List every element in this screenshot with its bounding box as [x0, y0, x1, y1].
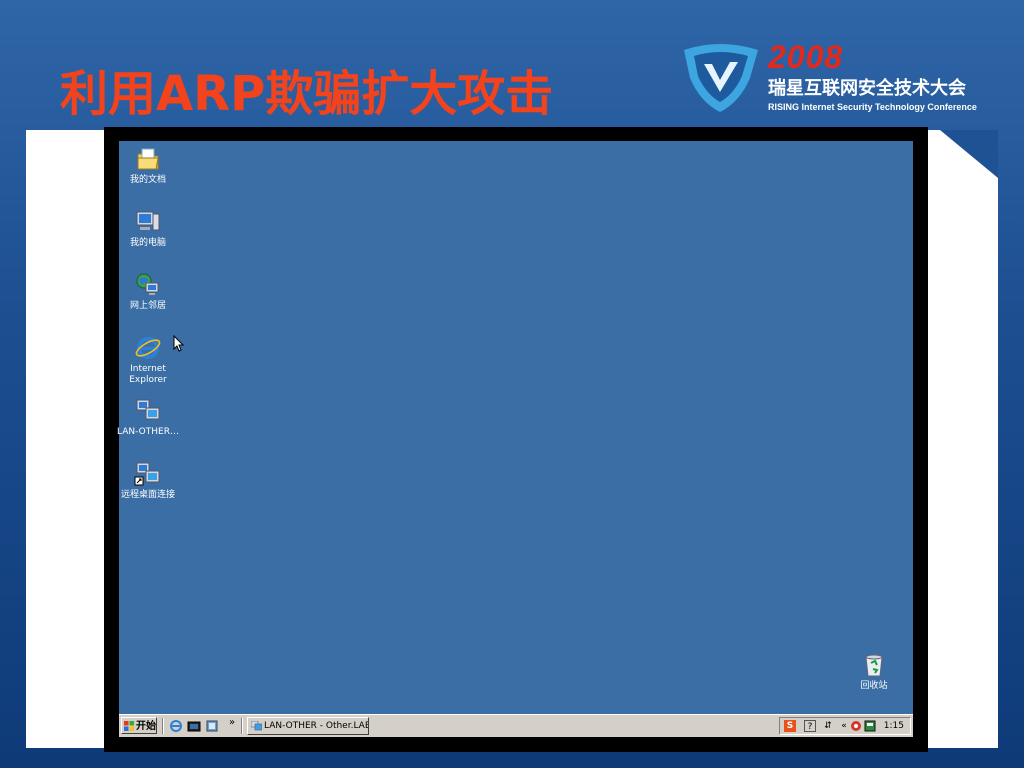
internet-explorer-icon — [134, 334, 162, 362]
desktop-icon-internet-explorer[interactable]: Internet Explorer — [116, 334, 180, 386]
taskbar-clock[interactable]: 1:15 — [884, 718, 904, 734]
system-tray: S ? ⇵ « 1:15 — [779, 717, 911, 735]
explorer-quicklaunch-icon[interactable] — [205, 719, 219, 733]
logo-chinese-name: 瑞星互联网安全技术大会 — [768, 78, 966, 99]
desktop-icon-label: 网上邻居 — [129, 301, 166, 311]
desktop-icon-label: 我的电脑 — [129, 238, 166, 248]
panel-corner — [940, 130, 998, 178]
desktop-icon-label: Internet Explorer — [129, 364, 167, 385]
desktop-icon-label: 远程桌面连接 — [120, 490, 175, 500]
desktop-icon-label: 回收站 — [860, 681, 888, 691]
recycle-bin-icon — [860, 651, 888, 679]
logo-english-name: RISING Internet Security Technology Conf… — [768, 102, 977, 112]
quicklaunch-more-button[interactable]: » — [229, 717, 235, 729]
desktop-icon-lan-other[interactable]: LAN-OTHER… — [116, 397, 180, 438]
remote-desktop-task-icon — [251, 721, 262, 731]
logo-year: 2008 — [768, 39, 844, 75]
desktop-icon-label: 我的文档 — [129, 175, 166, 185]
task-button-lan-other[interactable]: LAN-OTHER - Other.LAB… — [247, 717, 369, 735]
remote-desktop-icon — [134, 397, 162, 425]
windows-flag-icon — [124, 721, 134, 731]
start-label: 开始 — [136, 721, 156, 732]
my-documents-icon — [134, 145, 162, 173]
desktop-icon-recycle-bin[interactable]: 回收站 — [842, 651, 906, 692]
desktop-icon-my-computer[interactable]: 我的电脑 — [116, 208, 180, 249]
help-icon[interactable]: ? — [804, 720, 816, 732]
my-computer-icon — [134, 208, 162, 236]
network-places-icon — [134, 271, 162, 299]
remote-desktop-shortcut-icon — [134, 460, 162, 488]
taskbar-separator — [241, 718, 243, 734]
taskbar-separator — [162, 718, 164, 734]
desktop-icon-my-documents[interactable]: 我的文档 — [116, 145, 180, 186]
taskbar: 开始 » LAN-OTHER - Other.LAB… S ? ⇵ « 1:15 — [119, 714, 913, 737]
desktop-icon-network-places[interactable]: 网上邻居 — [116, 271, 180, 312]
desktop-icon-remote-desktop-connection[interactable]: 远程桌面连接 — [116, 460, 180, 501]
monitor-tray-icon[interactable] — [864, 720, 876, 732]
sogou-input-icon[interactable]: S — [784, 720, 796, 732]
network-connection-icon[interactable]: ⇵ — [822, 720, 834, 732]
ie-quicklaunch-icon[interactable] — [169, 719, 183, 733]
start-button[interactable]: 开始 — [121, 717, 157, 734]
tray-expand-button[interactable]: « — [838, 720, 850, 732]
rising-shield-icon — [684, 44, 758, 112]
security-tray-icon[interactable] — [850, 720, 862, 732]
windows-desktop: 我的文档 我的电脑 网上邻居 Internet Explorer LAN-OTH… — [116, 141, 913, 714]
mouse-pointer-icon — [173, 335, 185, 352]
slide-title: 利用ARP欺骗扩大攻击 — [60, 66, 554, 122]
conference-logo: 2008 瑞星互联网安全技术大会 RISING Internet Securit… — [680, 40, 1000, 120]
show-desktop-icon[interactable] — [187, 719, 201, 733]
task-button-label: LAN-OTHER - Other.LAB… — [264, 721, 369, 731]
desktop-icon-label: LAN-OTHER… — [117, 427, 179, 437]
